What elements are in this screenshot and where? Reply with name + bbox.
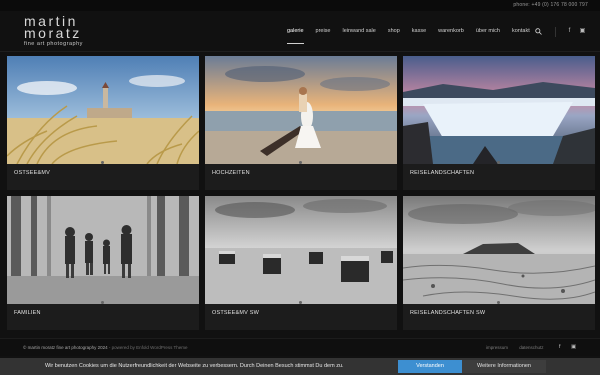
tile-image-reiselandschaften bbox=[403, 56, 595, 164]
tile-image-ostsee-mv bbox=[7, 56, 199, 164]
nav-item-warenkorb[interactable]: warenkorb bbox=[438, 27, 464, 37]
nav-item-galerie[interactable]: galerie bbox=[287, 27, 304, 44]
facebook-icon[interactable]: f bbox=[559, 344, 561, 350]
tile-indicator bbox=[497, 161, 500, 164]
impressum-link[interactable]: impressum bbox=[486, 345, 508, 350]
tile-indicator bbox=[101, 301, 104, 304]
nav-item-shop[interactable]: shop bbox=[388, 27, 400, 37]
cookie-banner: Wir benutzen Cookies um die Nutzerfreund… bbox=[0, 358, 600, 375]
tile-indicator bbox=[299, 161, 302, 164]
facebook-icon[interactable]: f bbox=[566, 28, 573, 35]
gallery-grid: OSTSEE&MV HOCHZEITEN REISELANDSCHAFTEN F… bbox=[7, 56, 597, 331]
copyright-owner: © martin moratz fine art photography 202… bbox=[23, 345, 108, 350]
tile-image-ostsee-mv-sw bbox=[205, 196, 397, 304]
datenschutz-link[interactable]: datenschutz bbox=[519, 345, 543, 350]
search-icon[interactable] bbox=[535, 28, 542, 35]
header: martin moratz fine art photography galer… bbox=[0, 11, 600, 52]
tile-image-familien bbox=[7, 196, 199, 304]
nav-item-kasse[interactable]: kasse bbox=[412, 27, 426, 37]
gallery-tile-ostsee-mv[interactable]: OSTSEE&MV bbox=[7, 56, 199, 190]
gallery-tile-reiselandschaften-sw[interactable]: REISELANDSCHAFTEN SW bbox=[403, 196, 595, 330]
nav-divider bbox=[555, 27, 556, 37]
nav-item-preise[interactable]: preise bbox=[316, 27, 331, 37]
tile-caption: OSTSEE&MV SW bbox=[212, 310, 260, 316]
tile-caption: FAMILIEN bbox=[14, 310, 41, 316]
instagram-icon[interactable]: ▣ bbox=[571, 344, 576, 350]
phone-number: phone: +49 (0) 176 78 000 797 bbox=[513, 2, 588, 8]
powered-by-link[interactable]: - powered by Enfold WordPress Theme bbox=[108, 345, 188, 350]
tile-indicator bbox=[497, 301, 500, 304]
copyright-text: © martin moratz fine art photography 202… bbox=[23, 345, 188, 350]
nav-item-kontakt[interactable]: kontakt bbox=[512, 27, 530, 37]
gallery-tile-familien[interactable]: FAMILIEN bbox=[7, 196, 199, 330]
nav-item-ueber-mich[interactable]: über mich bbox=[476, 27, 500, 37]
logo-line-2: moratz bbox=[24, 25, 82, 41]
footer: © martin moratz fine art photography 202… bbox=[0, 338, 600, 356]
site-logo[interactable]: martin moratz fine art photography bbox=[24, 14, 83, 47]
tile-image-hochzeiten bbox=[205, 56, 397, 164]
nav-item-leinwand-sale[interactable]: leinwand sale bbox=[343, 27, 376, 37]
logo-tagline: fine art photography bbox=[24, 41, 83, 47]
instagram-icon[interactable]: ▣ bbox=[579, 28, 586, 35]
top-bar: phone: +49 (0) 176 78 000 797 bbox=[0, 0, 600, 11]
tile-caption: REISELANDSCHAFTEN bbox=[410, 170, 475, 176]
gallery-tile-ostsee-mv-sw[interactable]: OSTSEE&MV SW bbox=[205, 196, 397, 330]
cookie-message: Wir benutzen Cookies um die Nutzerfreund… bbox=[45, 363, 344, 369]
tile-indicator bbox=[101, 161, 104, 164]
cookie-accept-button[interactable]: Verstanden bbox=[398, 360, 462, 373]
tile-indicator bbox=[299, 301, 302, 304]
gallery-tile-reiselandschaften[interactable]: REISELANDSCHAFTEN bbox=[403, 56, 595, 190]
tile-caption: OSTSEE&MV bbox=[14, 170, 51, 176]
tile-image-reiselandschaften-sw bbox=[403, 196, 595, 304]
cookie-more-info-button[interactable]: Weitere Informationen bbox=[462, 360, 546, 373]
tile-caption: HOCHZEITEN bbox=[212, 170, 250, 176]
gallery-tile-hochzeiten[interactable]: HOCHZEITEN bbox=[205, 56, 397, 190]
tile-caption: REISELANDSCHAFTEN SW bbox=[410, 310, 486, 316]
footer-links: impressum datenschutz bbox=[486, 345, 554, 350]
main-nav: galerie preise leinwand sale shop kasse … bbox=[287, 27, 542, 44]
